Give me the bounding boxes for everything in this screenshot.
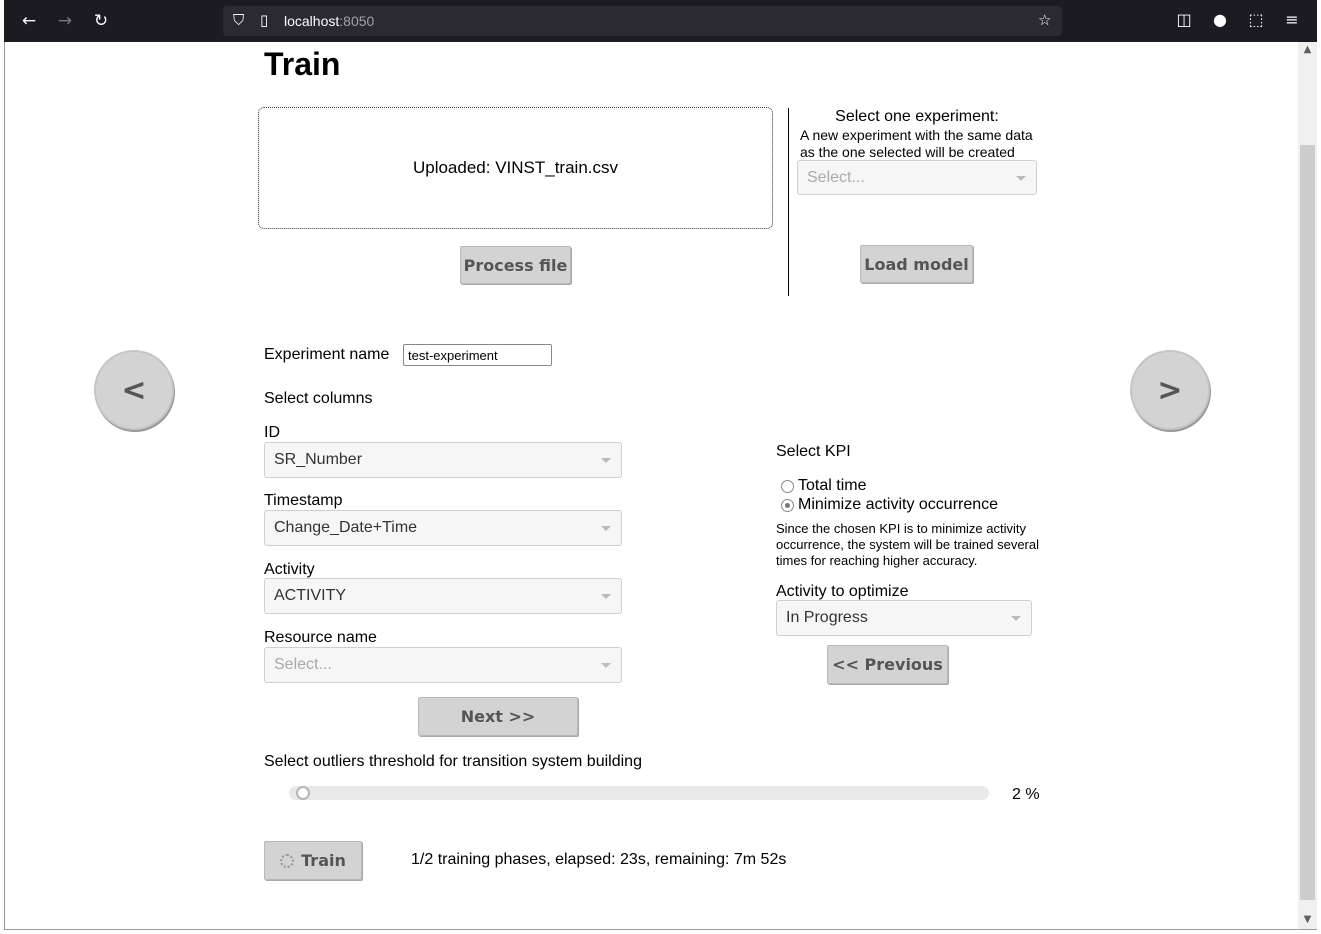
- activity-column-value: ACTIVITY: [274, 587, 347, 604]
- training-status-text: 1/2 training phases, elapsed: 23s, remai…: [411, 851, 787, 868]
- experiment-select-placeholder: Select...: [807, 168, 865, 186]
- chevron-down-icon: [601, 663, 611, 668]
- page-title: Train: [264, 46, 341, 82]
- next-button[interactable]: Next >>: [418, 697, 578, 736]
- experiment-name-input[interactable]: [403, 344, 552, 366]
- activity-label: Activity: [264, 561, 315, 578]
- forward-icon[interactable]: →: [53, 9, 77, 33]
- scroll-down-icon[interactable]: ▼: [1298, 914, 1317, 925]
- outliers-threshold-slider-track[interactable]: [289, 786, 989, 800]
- resource-column-placeholder: Select...: [274, 656, 332, 673]
- radio-checked-icon[interactable]: [781, 498, 794, 512]
- upload-dropzone[interactable]: Uploaded: VINST_train.csv: [258, 107, 773, 229]
- outliers-threshold-label: Select outliers threshold for transition…: [264, 753, 642, 770]
- activity-to-optimize-label: Activity to optimize: [776, 583, 909, 600]
- kpi-option-minimize-activity[interactable]: Minimize activity occurrence: [781, 496, 998, 514]
- experiment-select-subtitle: A new experiment with the same data as t…: [800, 127, 1033, 160]
- timestamp-label: Timestamp: [264, 492, 343, 509]
- page-info-icon[interactable]: ▯: [260, 11, 268, 29]
- id-column-value: SR_Number: [274, 451, 363, 468]
- train-button-label: Train: [301, 851, 346, 870]
- shield-icon[interactable]: ⛉: [233, 11, 244, 29]
- account-icon[interactable]: ●: [1210, 10, 1230, 32]
- kpi-note: Since the chosen KPI is to minimize acti…: [776, 521, 1040, 568]
- id-label: ID: [264, 424, 280, 441]
- browser-toolbar: ← → ↻ ⛉ ▯ localhost:8050 ☆ ◫ ● ⬚ ≡: [4, 0, 1317, 42]
- id-column-select[interactable]: SR_Number: [264, 442, 622, 478]
- bookmark-star-icon[interactable]: ☆: [1038, 11, 1051, 29]
- kpi-option-total-time[interactable]: Total time: [781, 477, 866, 495]
- upload-status-text: Uploaded: VINST_train.csv: [412, 158, 619, 177]
- experiment-select[interactable]: Select...: [797, 160, 1037, 195]
- activity-column-select[interactable]: ACTIVITY: [264, 578, 622, 614]
- pocket-icon[interactable]: ◫: [1174, 10, 1194, 32]
- outliers-threshold-value: 2 %: [1012, 786, 1040, 803]
- chevron-down-icon: [1016, 175, 1026, 181]
- kpi-option-label: Total time: [798, 477, 867, 494]
- page-border-left: [4, 42, 5, 930]
- experiment-name-label: Experiment name: [264, 346, 390, 363]
- previous-button[interactable]: << Previous: [827, 645, 948, 684]
- previous-page-button[interactable]: <: [94, 350, 174, 430]
- back-icon[interactable]: ←: [17, 9, 41, 33]
- chevron-down-icon: [601, 458, 611, 463]
- resource-column-select[interactable]: Select...: [264, 647, 622, 683]
- activity-to-optimize-value: In Progress: [786, 609, 868, 626]
- experiment-select-title: Select one experiment:: [835, 108, 999, 125]
- timestamp-column-value: Change_Date+Time: [274, 519, 418, 536]
- activity-to-optimize-select[interactable]: In Progress: [776, 600, 1032, 636]
- select-columns-label: Select columns: [264, 390, 373, 407]
- scroll-up-icon[interactable]: ▲: [1298, 44, 1317, 55]
- chevron-down-icon: [1011, 616, 1021, 621]
- select-kpi-label: Select KPI: [776, 443, 851, 460]
- chevron-down-icon: [601, 526, 611, 531]
- next-page-button[interactable]: >: [1130, 350, 1210, 430]
- radio-unchecked-icon[interactable]: [781, 479, 794, 493]
- reload-icon[interactable]: ↻: [89, 9, 113, 33]
- train-button[interactable]: Train: [264, 841, 362, 880]
- page-border-bottom: [4, 929, 1317, 930]
- load-model-button[interactable]: Load model: [860, 245, 973, 283]
- timestamp-column-select[interactable]: Change_Date+Time: [264, 510, 622, 546]
- extensions-icon[interactable]: ⬚: [1246, 10, 1266, 32]
- kpi-option-label: Minimize activity occurrence: [798, 496, 999, 513]
- menu-icon[interactable]: ≡: [1282, 10, 1302, 32]
- outliers-threshold-slider-handle[interactable]: [296, 786, 310, 800]
- url-text[interactable]: localhost:8050: [284, 13, 374, 29]
- scrollbar-thumb[interactable]: [1300, 145, 1315, 900]
- vertical-scrollbar[interactable]: ▲ ▼: [1298, 42, 1317, 929]
- address-bar[interactable]: ⛉ ▯ localhost:8050 ☆: [223, 6, 1062, 36]
- process-file-button[interactable]: Process file: [460, 246, 571, 284]
- loading-spinner-icon: [280, 853, 295, 868]
- resource-name-label: Resource name: [264, 629, 377, 646]
- section-divider: [788, 108, 789, 296]
- chevron-down-icon: [601, 594, 611, 599]
